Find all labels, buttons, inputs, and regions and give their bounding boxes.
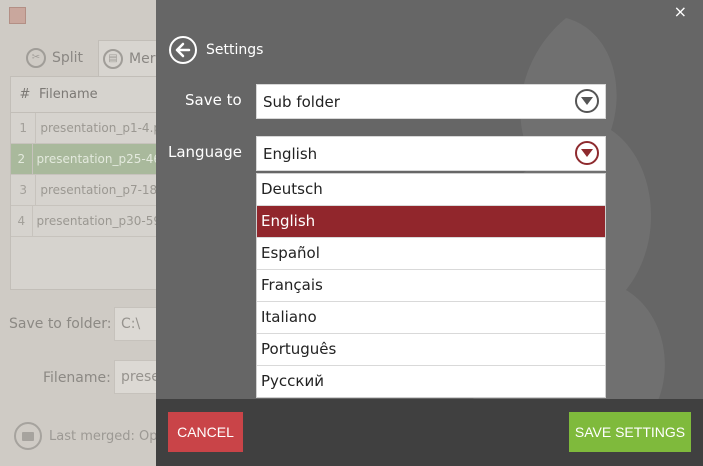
app-logo-icon bbox=[9, 7, 26, 24]
row-number: 3 bbox=[11, 175, 37, 205]
last-merged-text: Last merged: Ope bbox=[49, 429, 166, 444]
settings-panel: × Settings Save to Sub folder Language E… bbox=[156, 0, 703, 466]
row-filename: presentation_p30-59 bbox=[36, 214, 161, 228]
tab-merge[interactable]: ▤ Mer bbox=[98, 40, 160, 77]
table-row[interactable]: 2 presentation_p25-46 bbox=[11, 144, 161, 175]
file-table: # Filename 1 presentation_p1-4.p 2 prese… bbox=[10, 76, 162, 290]
language-option-russian[interactable]: Русский bbox=[257, 366, 605, 397]
language-option-italiano[interactable]: Italiano bbox=[257, 302, 605, 334]
table-row[interactable]: 4 presentation_p30-59 bbox=[11, 206, 161, 237]
split-icon: ✂ bbox=[26, 48, 46, 68]
language-option-francais[interactable]: Français bbox=[257, 270, 605, 302]
header-filename: Filename bbox=[39, 87, 98, 102]
merge-icon: ▤ bbox=[103, 49, 123, 69]
settings-title: Settings bbox=[206, 42, 264, 58]
row-number: 1 bbox=[11, 113, 37, 143]
chevron-down-icon bbox=[575, 89, 599, 113]
table-empty-area bbox=[11, 237, 161, 289]
row-number: 2 bbox=[11, 144, 33, 174]
language-option-espanol[interactable]: Español bbox=[257, 238, 605, 270]
save-to-label: Save to bbox=[185, 91, 242, 109]
settings-footer: CANCEL SAVE SETTINGS bbox=[156, 399, 703, 466]
chevron-down-icon bbox=[575, 141, 599, 165]
arrow-left-icon bbox=[175, 42, 191, 58]
language-dropdown: Deutsch English Español Français Italian… bbox=[256, 173, 606, 398]
language-option-deutsch[interactable]: Deutsch bbox=[257, 174, 605, 206]
open-folder-button[interactable] bbox=[14, 422, 42, 450]
save-to-value: Sub folder bbox=[263, 93, 340, 111]
row-number: 4 bbox=[11, 206, 33, 236]
table-row[interactable]: 3 presentation_p7-18. bbox=[11, 175, 161, 206]
table-header: # Filename bbox=[11, 77, 161, 113]
filename-label: Filename: bbox=[43, 370, 111, 386]
row-filename: presentation_p1-4.p bbox=[40, 121, 161, 135]
row-filename: presentation_p7-18. bbox=[40, 183, 161, 197]
tab-split[interactable]: ✂ Split bbox=[22, 40, 94, 76]
save-settings-button[interactable]: SAVE SETTINGS bbox=[569, 412, 691, 452]
cancel-button[interactable]: CANCEL bbox=[168, 412, 243, 452]
close-icon[interactable]: × bbox=[674, 2, 687, 21]
header-number: # bbox=[19, 87, 31, 102]
language-value: English bbox=[263, 145, 318, 163]
save-to-select[interactable]: Sub folder bbox=[256, 84, 606, 119]
tab-split-label: Split bbox=[52, 50, 84, 66]
tab-merge-label: Mer bbox=[129, 51, 156, 67]
save-to-folder-label: Save to folder: bbox=[9, 316, 112, 332]
language-label: Language bbox=[168, 143, 243, 161]
row-filename: presentation_p25-46 bbox=[36, 152, 161, 166]
language-select[interactable]: English bbox=[256, 136, 606, 171]
table-row[interactable]: 1 presentation_p1-4.p bbox=[11, 113, 161, 144]
language-option-portugues[interactable]: Português bbox=[257, 334, 605, 366]
language-option-english[interactable]: English bbox=[257, 206, 605, 238]
back-button[interactable] bbox=[169, 36, 197, 64]
